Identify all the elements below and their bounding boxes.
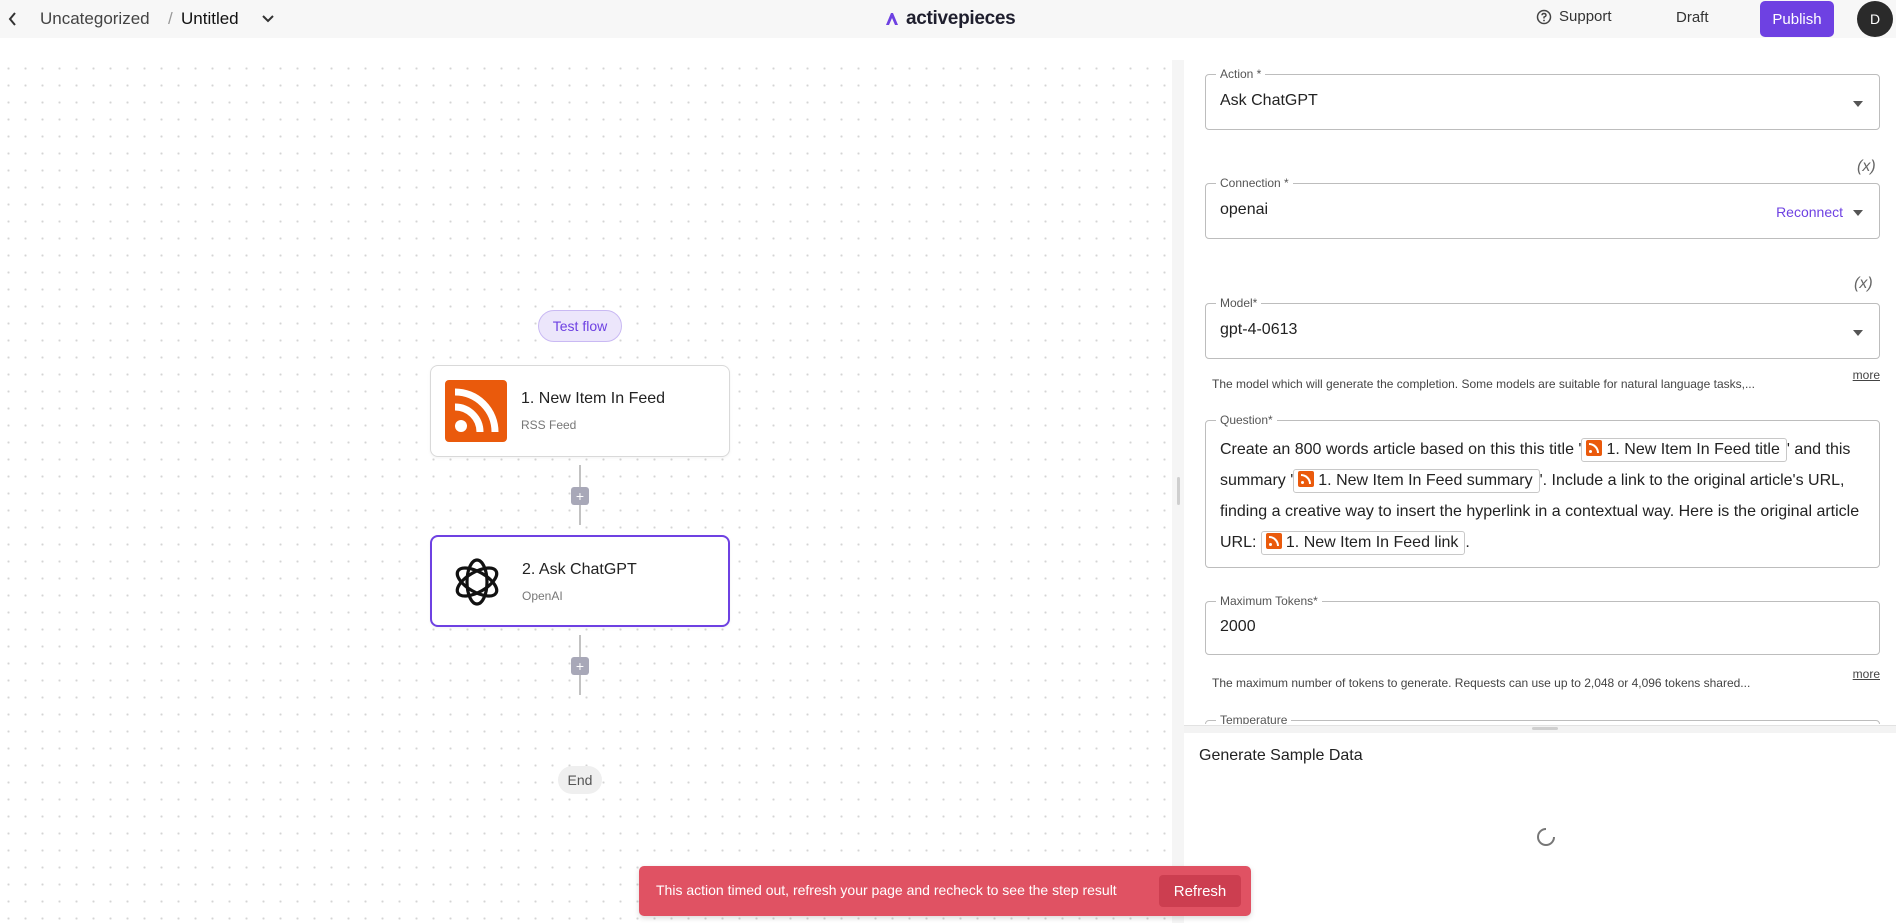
- resize-handle[interactable]: [1532, 727, 1558, 730]
- sample-data-title: Generate Sample Data: [1199, 747, 1363, 764]
- action-value: Ask ChatGPT: [1220, 92, 1318, 109]
- step-card-rss[interactable]: 1. New Item In Feed RSS Feed: [430, 365, 730, 457]
- dynamic-value-toggle-icon[interactable]: (x): [1857, 158, 1876, 176]
- brand-logo: activepieces: [884, 8, 1016, 30]
- model-more-link[interactable]: more: [1853, 368, 1880, 382]
- test-flow-button[interactable]: Test flow: [538, 310, 622, 342]
- data-token-summary[interactable]: 1. New Item In Feed summary: [1293, 469, 1540, 493]
- flow-canvas[interactable]: Test flow 1. New Item In Feed RSS Feed +…: [0, 60, 1172, 923]
- model-value: gpt-4-0613: [1220, 321, 1298, 338]
- toast-message: This action timed out, refresh your page…: [656, 882, 1117, 898]
- flow-name[interactable]: Untitled: [181, 8, 239, 30]
- caret-down-icon: [1853, 330, 1863, 336]
- rss-icon: [1265, 533, 1282, 549]
- connection-label: Connection *: [1216, 176, 1293, 190]
- action-select[interactable]: Action * Ask ChatGPT: [1205, 67, 1880, 130]
- step-subtitle: OpenAI: [522, 589, 563, 603]
- resize-handle[interactable]: [1177, 477, 1180, 505]
- data-token-title[interactable]: 1. New Item In Feed title: [1581, 438, 1787, 462]
- token-label: 1. New Item In Feed title: [1606, 441, 1780, 458]
- max-tokens-hint: The maximum number of tokens to generate…: [1212, 676, 1751, 690]
- error-toast: This action timed out, refresh your page…: [639, 866, 1251, 916]
- flow-status: Draft: [1676, 9, 1709, 26]
- data-token-link[interactable]: 1. New Item In Feed link: [1260, 531, 1466, 555]
- add-step-button[interactable]: +: [571, 657, 589, 675]
- rss-icon: [1586, 440, 1603, 456]
- support-button[interactable]: Support: [1536, 8, 1612, 25]
- model-label: Model*: [1216, 296, 1262, 310]
- breadcrumb-separator: /: [168, 9, 173, 28]
- model-select[interactable]: Model* gpt-4-0613: [1205, 296, 1880, 359]
- add-step-button[interactable]: +: [571, 487, 589, 505]
- openai-icon: [455, 558, 499, 606]
- back-button[interactable]: [2, 6, 24, 32]
- rss-icon: [445, 380, 507, 442]
- brand-name: activepieces: [906, 8, 1016, 29]
- question-input[interactable]: Question* Create an 800 words article ba…: [1205, 413, 1880, 568]
- question-text: Create an 800 words article based on thi…: [1220, 434, 1870, 558]
- top-bar: Uncategorized / Untitled activepieces Su…: [0, 0, 1896, 38]
- flow-end: End: [558, 766, 602, 794]
- step-title: 1. New Item In Feed: [521, 390, 666, 407]
- activepieces-logo-icon: [886, 13, 898, 25]
- chevron-left-icon: [8, 12, 16, 26]
- loading-spinner-icon: [1537, 828, 1555, 846]
- max-tokens-label: Maximum Tokens*: [1216, 594, 1322, 608]
- question-label: Question*: [1216, 413, 1277, 427]
- connection-value: openai: [1220, 201, 1269, 218]
- rss-icon: [1298, 471, 1315, 487]
- help-circle-icon: [1536, 9, 1552, 24]
- max-tokens-more-link[interactable]: more: [1853, 667, 1880, 681]
- step-card-chatgpt[interactable]: 2. Ask ChatGPT OpenAI: [430, 535, 730, 627]
- step-title: 2. Ask ChatGPT: [522, 561, 637, 578]
- refresh-button[interactable]: Refresh: [1159, 875, 1241, 907]
- step-subtitle: RSS Feed: [521, 418, 577, 432]
- support-label: Support: [1559, 8, 1612, 25]
- question-text-part: Create an 800 words article based on thi…: [1220, 441, 1582, 458]
- publish-button[interactable]: Publish: [1760, 1, 1834, 37]
- model-hint: The model which will generate the comple…: [1212, 377, 1755, 391]
- caret-down-icon: [1853, 101, 1863, 107]
- question-text-part: .: [1465, 534, 1470, 551]
- token-label: 1. New Item In Feed link: [1285, 534, 1459, 551]
- breadcrumb-folder[interactable]: Uncategorized: [40, 8, 150, 30]
- caret-down-icon: [1853, 210, 1863, 216]
- max-tokens-input[interactable]: Maximum Tokens* 2000: [1205, 594, 1880, 655]
- connection-select[interactable]: Connection * openai Reconnect: [1205, 176, 1880, 239]
- action-label: Action *: [1216, 67, 1266, 81]
- user-avatar[interactable]: D: [1857, 1, 1893, 37]
- chevron-down-icon[interactable]: [260, 10, 276, 26]
- dynamic-value-toggle-icon[interactable]: (x): [1854, 275, 1873, 293]
- max-tokens-value: 2000: [1220, 618, 1256, 635]
- token-label: 1. New Item In Feed summary: [1318, 472, 1533, 489]
- reconnect-button[interactable]: Reconnect: [1776, 204, 1843, 220]
